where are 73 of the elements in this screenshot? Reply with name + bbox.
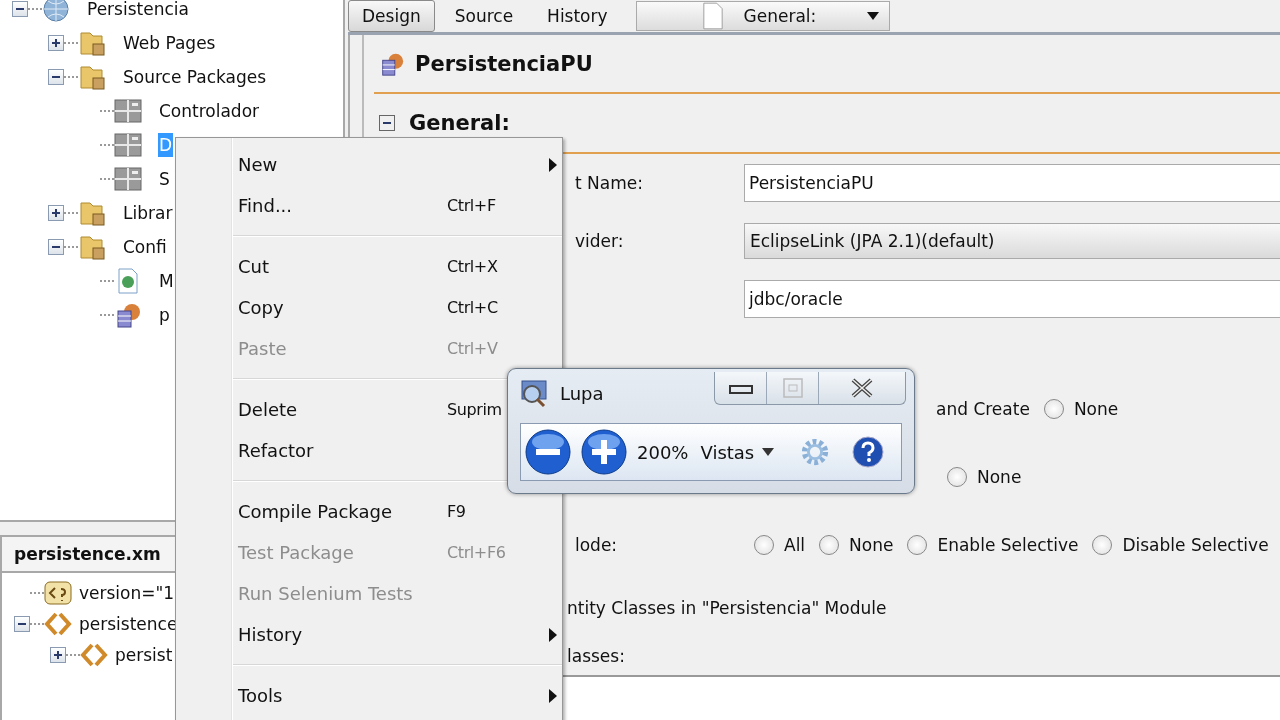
page-title: PersistenciaPU bbox=[415, 51, 593, 76]
tree-item[interactable]: Persistencia bbox=[86, 0, 190, 21]
magnifier-icon bbox=[520, 378, 550, 408]
expander-icon[interactable] bbox=[48, 239, 64, 255]
editor-tab[interactable]: Source bbox=[440, 0, 528, 32]
field-label: t Name: bbox=[575, 173, 643, 193]
field-label: vider: bbox=[575, 231, 624, 251]
tree-item[interactable]: Web Pages bbox=[122, 31, 217, 55]
section-title: General: bbox=[409, 111, 510, 135]
folder-icon bbox=[78, 29, 106, 57]
expander-icon[interactable] bbox=[48, 35, 64, 51]
navigator-item[interactable]: persistence bbox=[79, 613, 178, 634]
expander-icon[interactable] bbox=[50, 646, 66, 663]
option-label: None bbox=[849, 535, 894, 555]
database-icon bbox=[114, 301, 142, 329]
close-icon bbox=[850, 378, 874, 398]
expander-icon[interactable] bbox=[48, 69, 64, 85]
tree-item[interactable]: S bbox=[158, 167, 171, 191]
navigator-item[interactable]: version="1 bbox=[79, 582, 175, 603]
menu-item[interactable]: New bbox=[176, 144, 562, 185]
field-label: lode: bbox=[575, 535, 618, 555]
option-label: None bbox=[1073, 399, 1119, 419]
radio-button[interactable] bbox=[819, 535, 840, 555]
tree-item[interactable]: Controlador bbox=[158, 99, 261, 123]
expander-icon[interactable] bbox=[12, 1, 28, 17]
globe-icon bbox=[42, 0, 70, 23]
option-label: Enable Selective bbox=[937, 535, 1079, 555]
input-field[interactable]: PersistenciaPU bbox=[744, 164, 1280, 202]
entity-classes-option: ntity Classes in "Persistencia" Module bbox=[567, 598, 887, 618]
menu-item[interactable]: Cut Ctrl+X bbox=[176, 246, 562, 287]
maximize-icon bbox=[782, 378, 803, 398]
radio-button[interactable] bbox=[1043, 399, 1064, 419]
editor-tab[interactable]: History bbox=[533, 0, 622, 32]
zoom-level: 200% bbox=[637, 441, 689, 463]
menu-item[interactable]: History bbox=[176, 614, 562, 655]
radio-button[interactable] bbox=[947, 467, 967, 487]
option-label: Disable Selective bbox=[1122, 535, 1269, 555]
folder-icon bbox=[78, 63, 106, 91]
caret-icon bbox=[762, 448, 775, 456]
expander-icon[interactable] bbox=[14, 615, 30, 632]
navigator-item[interactable]: persist bbox=[115, 644, 173, 665]
folder-icon bbox=[78, 199, 106, 227]
help-icon[interactable] bbox=[852, 436, 885, 468]
window-title: Lupa bbox=[560, 382, 604, 404]
provider-dropdown[interactable]: EclipseLink (JPA 2.1)(default) bbox=[744, 223, 1280, 259]
expander-icon[interactable] bbox=[48, 205, 64, 221]
classes-label: lasses: bbox=[567, 646, 625, 666]
tree-item[interactable]: Confi bbox=[122, 235, 168, 259]
document-icon bbox=[701, 2, 724, 30]
collapse-icon[interactable] bbox=[379, 115, 395, 131]
tree-item[interactable]: Source Packages bbox=[122, 65, 268, 89]
tree-item[interactable]: M bbox=[158, 269, 175, 293]
tree-item[interactable]: p bbox=[158, 303, 171, 327]
declaration-icon bbox=[44, 578, 72, 607]
zoom-out-button[interactable] bbox=[525, 429, 571, 475]
input-field[interactable]: jdbc/oracle bbox=[744, 280, 1280, 318]
folder-icon bbox=[78, 233, 106, 261]
option-label: All bbox=[784, 535, 806, 555]
editor-tab[interactable]: Design bbox=[348, 0, 435, 32]
view-dropdown[interactable]: General: bbox=[635, 1, 890, 31]
views-dropdown[interactable]: Vistas bbox=[696, 441, 779, 463]
option-label: and Create bbox=[936, 399, 1030, 419]
radio-button[interactable] bbox=[1092, 535, 1113, 555]
caret-icon bbox=[866, 12, 879, 20]
zoom-in-button[interactable] bbox=[581, 429, 627, 475]
menu-item[interactable]: Copy Ctrl+C bbox=[176, 287, 562, 328]
menu-item[interactable]: Find... Ctrl+F bbox=[176, 185, 562, 226]
menu-item[interactable]: Tools bbox=[176, 675, 562, 716]
option-label: None bbox=[977, 467, 1022, 487]
tree-item[interactable]: Librar bbox=[122, 201, 174, 225]
radio-button[interactable] bbox=[754, 535, 774, 555]
radio-button[interactable] bbox=[907, 535, 928, 555]
menu-item[interactable]: Compile Package F9 bbox=[176, 491, 562, 532]
